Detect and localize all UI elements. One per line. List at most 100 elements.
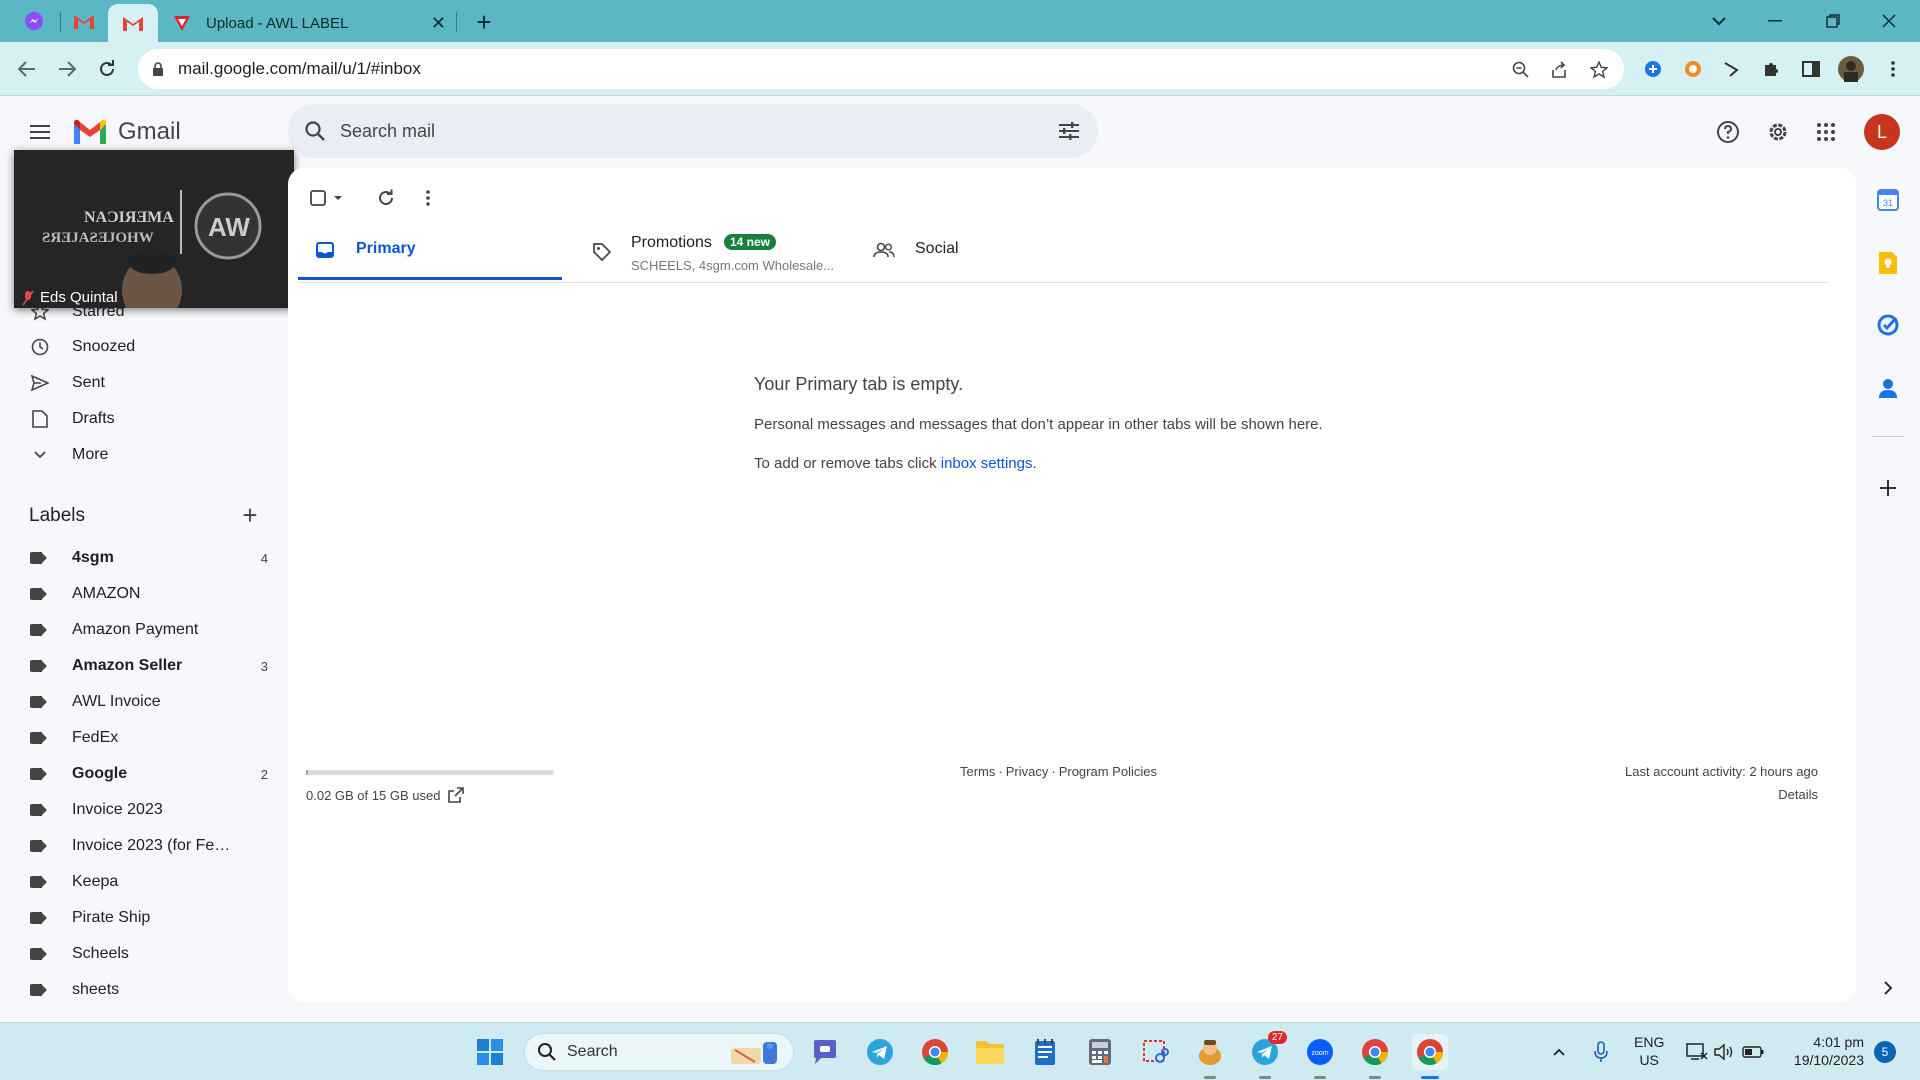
label-item[interactable]: Keepa: [28, 867, 268, 897]
terms-link[interactable]: Terms: [960, 764, 995, 779]
share-icon[interactable]: [1546, 57, 1572, 83]
extension-blue-icon[interactable]: [1640, 56, 1666, 82]
extension-orange-icon[interactable]: [1680, 56, 1706, 82]
forward-button[interactable]: [52, 54, 82, 84]
tab-primary[interactable]: Primary: [298, 218, 562, 280]
mic-muted-icon: [22, 290, 34, 305]
show-hidden-icons-chevron-up-icon[interactable]: [1544, 1034, 1574, 1070]
label-name: Google: [72, 765, 128, 782]
new-tab-button[interactable]: +: [470, 7, 498, 37]
notepad-icon[interactable]: [1027, 1034, 1063, 1070]
label-item[interactable]: AMAZON: [28, 579, 268, 609]
restore-button[interactable]: [1810, 0, 1856, 42]
label-item[interactable]: sheets: [28, 975, 268, 1005]
keep-app-icon[interactable]: [1874, 249, 1902, 277]
chrome-icon[interactable]: [917, 1034, 953, 1070]
chrome-profile-icon[interactable]: [1357, 1034, 1393, 1079]
browser-menu-icon[interactable]: [1880, 56, 1906, 82]
teams-chat-icon[interactable]: [807, 1034, 843, 1070]
open-external-icon[interactable]: [448, 787, 465, 803]
label-item[interactable]: Scheels: [28, 939, 268, 969]
tab-search-icon[interactable]: [1696, 0, 1742, 42]
label-item[interactable]: FedEx: [28, 723, 268, 753]
inbox-settings-link[interactable]: inbox settings: [941, 455, 1033, 472]
footer-links: Terms · Privacy · Program Policies: [960, 764, 1157, 779]
messenger-tab[interactable]: [10, 0, 58, 42]
windows-start-icon[interactable]: [472, 1034, 508, 1070]
file-explorer-icon[interactable]: [972, 1034, 1008, 1070]
gmail-logo-icon[interactable]: [72, 117, 108, 147]
sidebar-item-snoozed[interactable]: Snoozed: [28, 331, 268, 363]
activity-details-link[interactable]: Details: [1778, 787, 1818, 802]
more-options-icon[interactable]: [418, 186, 438, 210]
video-call-thumbnail[interactable]: NAƆIЯƎMA ƧЯƎJAƧƎJOHW AW Eds Quintal: [14, 150, 294, 308]
system-clock[interactable]: 4:01 pm 19/10/2023: [1784, 1033, 1864, 1069]
tab-social[interactable]: Social: [873, 218, 1133, 280]
search-mail-input[interactable]: Search mail: [288, 104, 1098, 158]
tab-promotions[interactable]: Promotions 14 new SCHEELS, 4sgm.com Whol…: [588, 218, 868, 280]
bookmark-star-icon[interactable]: [1586, 57, 1612, 83]
sidebar-item-more[interactable]: More: [28, 439, 268, 471]
reload-button[interactable]: [92, 54, 122, 84]
volume-icon[interactable]: [1712, 1034, 1738, 1070]
zoom-app-icon[interactable]: zoom: [1302, 1034, 1338, 1079]
tab-close-icon[interactable]: ✕: [431, 13, 446, 34]
label-icon: [28, 732, 48, 744]
main-menu-button[interactable]: [26, 118, 54, 146]
empty-state-title: Your Primary tab is empty.: [754, 374, 964, 394]
close-window-button[interactable]: [1866, 0, 1912, 42]
network-icon[interactable]: [1684, 1034, 1710, 1070]
gmail-active-tab[interactable]: [108, 4, 158, 42]
settings-gear-icon[interactable]: [1762, 116, 1794, 148]
label-item[interactable]: Invoice 2023 (for FedEx ...: [28, 831, 268, 861]
zoom-icon[interactable]: [1508, 57, 1534, 83]
refresh-icon[interactable]: [374, 186, 398, 210]
contacts-app-icon[interactable]: [1874, 374, 1902, 402]
google-apps-icon[interactable]: [1810, 116, 1842, 148]
add-label-button[interactable]: +: [238, 502, 262, 528]
label-icon: [28, 840, 48, 852]
label-item[interactable]: Pirate Ship: [28, 903, 268, 933]
label-icon: [28, 984, 48, 996]
gmail-pinned-tab[interactable]: [60, 0, 108, 42]
get-addons-icon[interactable]: [1874, 474, 1902, 502]
chrome-active-icon[interactable]: [1412, 1034, 1448, 1079]
telegram-icon[interactable]: [862, 1034, 898, 1070]
privacy-link[interactable]: Privacy: [1006, 764, 1049, 779]
search-options-icon[interactable]: [1058, 121, 1080, 141]
address-bar[interactable]: mail.google.com/mail/u/1/#inbox: [138, 49, 1624, 89]
label-item[interactable]: AWL Invoice: [28, 687, 268, 717]
show-side-panel-icon[interactable]: [1874, 974, 1902, 1002]
taskbar-search-box[interactable]: Search: [524, 1033, 794, 1071]
account-avatar[interactable]: L: [1864, 114, 1900, 150]
calendar-app-icon[interactable]: 31: [1874, 186, 1902, 214]
minimize-button[interactable]: [1752, 0, 1798, 42]
calculator-icon[interactable]: [1082, 1034, 1118, 1070]
extensions-puzzle-icon[interactable]: [1758, 56, 1784, 82]
snipping-tool-icon[interactable]: [1137, 1034, 1173, 1070]
label-item[interactable]: Invoice 2023: [28, 795, 268, 825]
clock-icon: [28, 338, 52, 356]
help-icon[interactable]: [1712, 116, 1744, 148]
keyboard-layout: US: [1639, 1052, 1659, 1068]
telegram-desktop-icon[interactable]: 27: [1247, 1031, 1287, 1079]
game-app-icon[interactable]: [1192, 1034, 1228, 1079]
input-language-indicator[interactable]: ENG US: [1634, 1033, 1664, 1069]
tasks-app-icon[interactable]: [1874, 311, 1902, 339]
sidebar-item-sent[interactable]: Sent: [28, 367, 268, 399]
label-item[interactable]: 4sgm 4: [28, 543, 268, 573]
profile-avatar[interactable]: [1838, 56, 1864, 82]
tab-upload-awl-label[interactable]: Upload - AWL LABEL ✕: [160, 4, 456, 42]
select-all-checkbox[interactable]: [310, 186, 350, 210]
program-policies-link[interactable]: Program Policies: [1059, 764, 1157, 779]
label-item[interactable]: Amazon Payment: [28, 615, 268, 645]
label-item[interactable]: Amazon Seller 3: [28, 651, 268, 681]
sidebar-item-drafts[interactable]: Drafts: [28, 403, 268, 435]
extension-arrow-icon[interactable]: [1718, 56, 1744, 82]
back-button[interactable]: [12, 54, 42, 84]
side-panel-icon[interactable]: [1798, 56, 1824, 82]
microphone-icon[interactable]: [1586, 1034, 1616, 1070]
battery-icon[interactable]: [1740, 1034, 1766, 1070]
notification-count-badge[interactable]: 5: [1874, 1041, 1896, 1063]
label-item[interactable]: Google 2: [28, 759, 268, 789]
